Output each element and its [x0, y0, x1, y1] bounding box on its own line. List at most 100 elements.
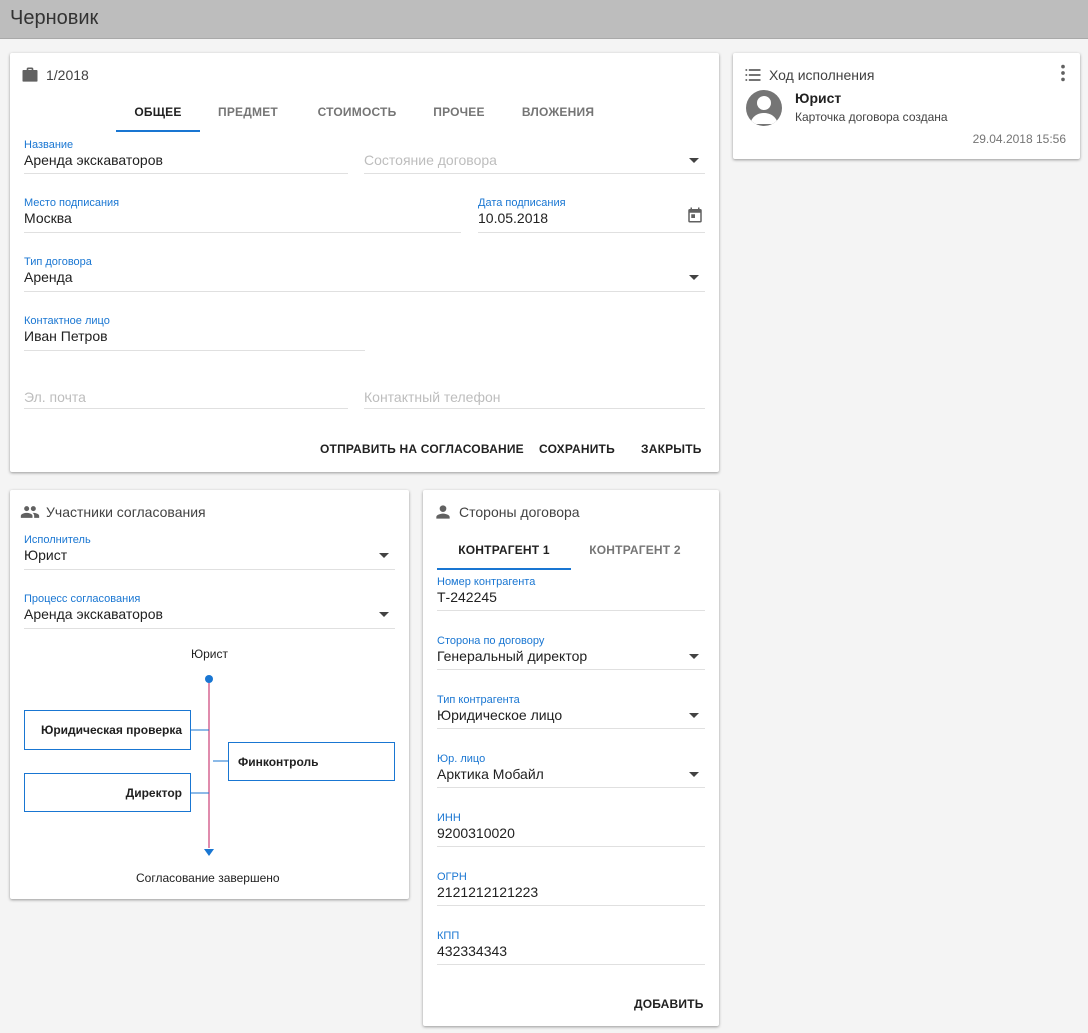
- flow-node-director[interactable]: Директор: [24, 773, 191, 812]
- close-button[interactable]: Закрыть: [641, 442, 702, 456]
- contact-value: Иван Петров: [24, 328, 108, 344]
- flow-node-director-label: Директор: [125, 785, 182, 800]
- kpp-label: КПП: [437, 930, 460, 942]
- counterparty-number-value: Т-242245: [437, 589, 497, 605]
- inn-value: 9200310020: [437, 825, 515, 841]
- chevron-down-icon: [689, 654, 699, 659]
- flow-node-fincontrol-label: Финконтроль: [238, 754, 319, 769]
- tab-indicator: [437, 568, 571, 570]
- flow-end-label: Согласование завершено: [136, 871, 280, 885]
- tab-general[interactable]: Общее: [116, 105, 200, 119]
- inn-field[interactable]: ИНН 9200310020: [437, 812, 705, 847]
- list-icon: [745, 69, 761, 81]
- ogrn-value: 2121212121223: [437, 884, 539, 900]
- place-field[interactable]: Место подписания Москва: [24, 197, 461, 233]
- process-label: Процесс согласования: [24, 593, 141, 605]
- history-card: Ход исполнения Юрист Карточка договора с…: [733, 53, 1080, 159]
- ogrn-label: ОГРН: [437, 871, 467, 883]
- process-value: Аренда экскаваторов: [24, 606, 163, 622]
- name-label: Название: [24, 139, 74, 151]
- contract-side-select[interactable]: Сторона по договору Генеральный директор: [437, 635, 705, 670]
- place-value: Москва: [24, 210, 72, 226]
- executor-label: Исполнитель: [24, 534, 91, 546]
- counterparty-number-label: Номер контрагента: [437, 576, 536, 588]
- chevron-down-icon: [689, 275, 699, 280]
- counterparty-type-value: Юридическое лицо: [437, 707, 563, 723]
- avatar: [746, 90, 782, 126]
- tab-subject[interactable]: Предмет: [206, 105, 290, 119]
- history-text: Карточка договора создана: [795, 110, 948, 124]
- name-value: Аренда экскаваторов: [24, 152, 163, 168]
- process-select[interactable]: Процесс согласования Аренда экскаваторов: [24, 593, 395, 629]
- contract-type-select[interactable]: Тип договора Аренда: [24, 256, 705, 292]
- contact-label: Контактное лицо: [24, 315, 110, 327]
- chevron-down-icon: [689, 713, 699, 718]
- flow-start-label: Юрист: [191, 647, 228, 661]
- inn-label: ИНН: [437, 812, 461, 824]
- phone-placeholder: Контактный телефон: [364, 389, 501, 405]
- state-select[interactable]: Состояние договора: [364, 139, 705, 174]
- parties-card: Стороны договора Контрагент 1 Контрагент…: [423, 490, 719, 1026]
- executor-value: Юрист: [24, 547, 68, 563]
- kpp-field[interactable]: КПП 432334343: [437, 930, 705, 965]
- contact-field[interactable]: Контактное лицо Иван Петров: [24, 315, 365, 351]
- tab-other[interactable]: Прочее: [420, 105, 498, 119]
- date-value: 10.05.2018: [478, 210, 549, 226]
- tab-attachments[interactable]: Вложения: [516, 105, 600, 119]
- flow-node-legal-check[interactable]: Юридическая проверка: [24, 710, 191, 750]
- history-timestamp: 29.04.2018 15:56: [972, 132, 1066, 146]
- page-title: Черновик: [10, 7, 99, 29]
- tab-cost[interactable]: Стоимость: [310, 105, 404, 119]
- tab-counterparty-1[interactable]: Контрагент 1: [437, 543, 571, 557]
- chevron-down-icon: [689, 772, 699, 777]
- email-field[interactable]: Эл. почта: [24, 376, 348, 409]
- contract-card-header: 1/2018: [20, 65, 89, 85]
- approvers-title: Участники согласования: [46, 504, 206, 520]
- ogrn-field[interactable]: ОГРН 2121212121223: [437, 871, 705, 906]
- parties-title: Стороны договора: [459, 504, 580, 520]
- person-icon: [750, 96, 778, 124]
- calendar-icon[interactable]: [686, 206, 704, 224]
- date-label: Дата подписания: [478, 197, 566, 209]
- tab-counterparty-2[interactable]: Контрагент 2: [571, 543, 699, 557]
- people-icon: [20, 506, 40, 518]
- contract-type-value: Аренда: [24, 269, 73, 285]
- name-field[interactable]: Название Аренда экскаваторов: [24, 139, 348, 174]
- place-label: Место подписания: [24, 197, 120, 209]
- approvers-card: Участники согласования Исполнитель Юрист…: [10, 490, 409, 899]
- chevron-down-icon: [379, 553, 389, 558]
- email-placeholder: Эл. почта: [24, 389, 86, 405]
- date-field[interactable]: Дата подписания 10.05.2018: [478, 197, 705, 233]
- chevron-down-icon: [379, 612, 389, 617]
- save-button[interactable]: Сохранить: [539, 442, 615, 456]
- contract-type-label: Тип договора: [24, 256, 92, 268]
- phone-field[interactable]: Контактный телефон: [364, 376, 705, 409]
- chevron-down-icon: [689, 158, 699, 163]
- flow-node-legal-label: Юридическая проверка: [40, 723, 182, 737]
- send-for-approval-button[interactable]: Отправить на согласование: [320, 442, 524, 456]
- person-icon: [436, 505, 450, 519]
- kpp-value: 432334343: [437, 943, 508, 959]
- state-placeholder: Состояние договора: [364, 152, 497, 168]
- legal-entity-value: Арктика Мобайл: [437, 766, 544, 782]
- counterparty-type-label: Тип контрагента: [437, 694, 520, 706]
- history-title: Ход исполнения: [769, 67, 875, 83]
- top-bar: Черновик: [0, 0, 1088, 39]
- contract-card: 1/2018 Общее Предмет Стоимость Прочее Вл…: [10, 53, 719, 472]
- counterparty-number-field[interactable]: Номер контрагента Т-242245: [437, 576, 705, 611]
- history-author: Юрист: [795, 90, 842, 106]
- tab-indicator: [116, 130, 200, 132]
- contract-side-label: Сторона по договору: [437, 635, 545, 647]
- add-button[interactable]: Добавить: [634, 997, 704, 1011]
- parties-header: Стороны договора: [433, 502, 580, 522]
- contract-side-value: Генеральный директор: [437, 648, 588, 664]
- legal-entity-select[interactable]: Юр. лицо Арктика Мобайл: [437, 753, 705, 788]
- counterparty-type-select[interactable]: Тип контрагента Юридическое лицо: [437, 694, 705, 729]
- legal-entity-label: Юр. лицо: [437, 753, 486, 765]
- flow-node-fincontrol[interactable]: Финконтроль: [228, 742, 395, 781]
- more-vert-icon[interactable]: [1052, 62, 1074, 84]
- executor-select[interactable]: Исполнитель Юрист: [24, 534, 395, 570]
- approvers-header: Участники согласования: [20, 502, 206, 522]
- contract-number: 1/2018: [46, 67, 89, 83]
- briefcase-icon: [22, 67, 38, 82]
